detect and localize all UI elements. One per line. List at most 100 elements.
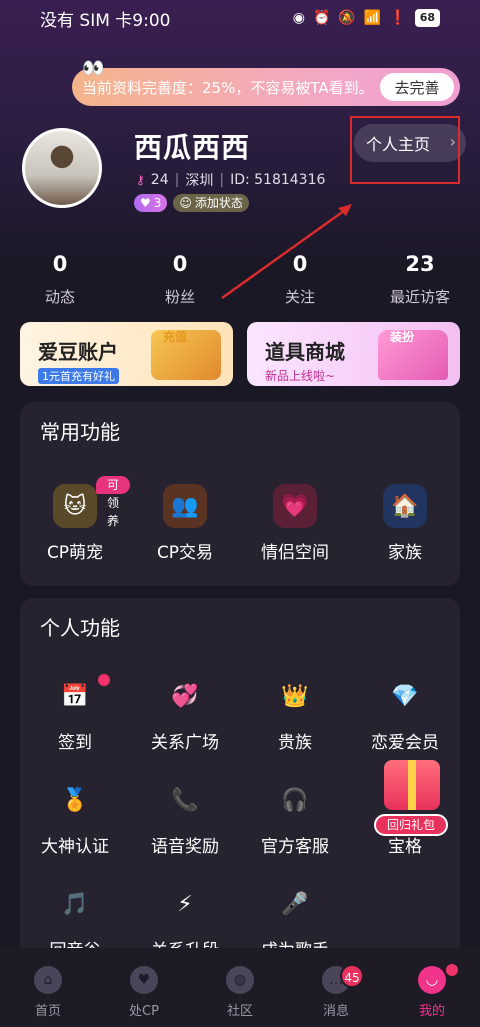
divider: | — [219, 172, 225, 188]
level-badge[interactable]: ♥ 3 — [134, 194, 168, 212]
heart-badge-icon: ♥ — [140, 196, 151, 210]
lightning-icon: ⚡ — [177, 891, 193, 917]
bottom-tab-bar: ⌂ 首页 ♥ 处CP ◍ 社区 … 消息 45 ◡ 我的 — [0, 948, 480, 1027]
banner-text: 当前资料完善度：25%，不容易被TA看到。 — [82, 78, 374, 97]
love-member-label: 恋爱会员 — [371, 733, 439, 753]
alarm-icon: ⏰ — [312, 10, 331, 26]
idol-account-card[interactable]: 充值 爱豆账户 1元首充有好礼 — [20, 322, 233, 386]
tab-messages-label: 消息 — [322, 1004, 349, 1019]
stat-value: 0 — [292, 252, 308, 276]
checkin-label: 签到 — [58, 733, 92, 753]
heart-icon: ♥ — [130, 966, 158, 994]
expert-cert-label: 大神认证 — [41, 837, 109, 857]
couple-space-item[interactable]: 💗 情侣空间 — [240, 484, 350, 563]
family-item[interactable]: 🏠 家族 — [350, 484, 460, 563]
add-status-button[interactable]: ☺ 添加状态 — [173, 194, 249, 212]
profile-id: ID: 51814316 — [230, 172, 326, 188]
stat-following[interactable]: 0 关注 — [240, 252, 360, 307]
eye-icon: ◉ — [292, 10, 305, 26]
microphone-icon: 🎤 — [281, 891, 309, 917]
username: 西瓜西西 — [134, 131, 251, 164]
calendar-icon: 📅 — [61, 683, 89, 709]
stat-label: 关注 — [284, 288, 315, 306]
nobility-label: 贵族 — [278, 733, 312, 753]
cp-trade-item[interactable]: 👥 CP交易 — [130, 484, 240, 563]
profile-meta: ⚷ 24 | 深圳 | ID: 51814316 — [136, 170, 325, 190]
tab-cp-label: 处CP — [129, 1004, 159, 1019]
complete-profile-button[interactable]: 去完善 — [380, 73, 454, 101]
tab-community[interactable]: ◍ 社区 — [192, 948, 288, 1027]
gift-box-icon — [384, 760, 440, 810]
stat-value: 23 — [405, 252, 435, 276]
nobility-item[interactable]: 👑 贵族 — [240, 674, 350, 754]
stat-label: 粉丝 — [164, 288, 195, 306]
recharge-tag: 充值 — [162, 330, 187, 344]
planet-icon: ◍ — [226, 966, 254, 994]
customer-service-item[interactable]: 🎧 官方客服 — [240, 778, 350, 858]
couple-space-label: 情侣空间 — [261, 543, 329, 563]
stat-fans[interactable]: 0 粉丝 — [120, 252, 240, 307]
battery-icon: 68 — [414, 9, 440, 27]
gift-ribbon — [408, 760, 416, 810]
unread-badge: 45 — [340, 964, 364, 988]
family-label: 家族 — [388, 543, 422, 563]
profile-completion-banner[interactable]: 👀 当前资料完善度：25%，不容易被TA看到。 去完善 — [72, 58, 460, 106]
stat-value: 0 — [172, 252, 188, 276]
item-shop-card[interactable]: 装扮 道具商城 新品上线啦~ — [247, 322, 460, 386]
stat-posts[interactable]: 0 动态 — [0, 252, 120, 307]
cp-trade-label: CP交易 — [156, 543, 214, 563]
voice-reward-item[interactable]: 📞 语音奖励 — [130, 778, 240, 858]
status-icons: ◉ ⏰ 🔕 📶 ❗ 68 — [293, 9, 440, 27]
claim-badge: 可领养 — [96, 476, 130, 528]
divider: | — [174, 172, 180, 188]
add-status-label: 添加状态 — [194, 196, 243, 210]
relation-square-item[interactable]: 💞 关系广场 — [130, 674, 240, 754]
tab-mine[interactable]: ◡ 我的 — [384, 948, 480, 1027]
family-icon: 🏠 — [383, 484, 427, 528]
headset-icon: 🎧 — [281, 787, 309, 813]
tab-community-label: 社区 — [226, 1004, 253, 1019]
checkin-item[interactable]: 📅 签到 — [20, 674, 130, 753]
key-icon: ⚷ — [136, 173, 145, 187]
notification-dot — [446, 964, 458, 976]
status-face-icon: ☺ — [179, 196, 192, 210]
cp-trade-icon: 👥 — [163, 484, 207, 528]
tab-cp[interactable]: ♥ 处CP — [96, 948, 192, 1027]
cp-pet-item[interactable]: 🐱 CP萌宠 可领养 — [20, 476, 130, 563]
smile-icon: ◡ — [418, 966, 446, 994]
return-gift-float[interactable]: 回归礼包 — [372, 756, 458, 840]
stat-visitors[interactable]: 23 最近访客 — [360, 252, 480, 307]
music-icon: 🎵 — [61, 891, 89, 917]
medal-icon: 🏅 — [61, 787, 89, 813]
couple-space-icon: 💗 — [273, 484, 317, 528]
customer-service-label: 官方客服 — [261, 837, 329, 857]
tab-messages[interactable]: … 消息 45 — [288, 948, 384, 1027]
common-functions-title: 常用功能 — [40, 420, 120, 444]
profile-tags: ♥ 3 ☺ 添加状态 — [134, 194, 249, 212]
alert-icon: ❗ — [389, 10, 407, 26]
common-functions-panel: 常用功能 🐱 CP萌宠 可领养 👥 CP交易 💗 情侣空间 🏠 家族 — [20, 402, 460, 586]
home-icon: ⌂ — [34, 966, 62, 994]
status-carrier-time: 没有 SIM 卡9:00 — [40, 10, 171, 31]
mute-icon: 🔕 — [338, 10, 356, 26]
status-bar: 没有 SIM 卡9:00 ◉ ⏰ 🔕 📶 ❗ 68 — [0, 0, 480, 36]
tab-home-label: 首页 — [34, 1004, 61, 1019]
avatar[interactable] — [22, 128, 102, 208]
wifi-icon: 📶 — [363, 10, 382, 26]
personal-row-1: 📅 签到 💞 关系广场 👑 贵族 💎 恋爱会员 — [20, 674, 460, 753]
expert-cert-item[interactable]: 🏅 大神认证 — [20, 778, 130, 858]
common-functions-grid: 🐱 CP萌宠 可领养 👥 CP交易 💗 情侣空间 🏠 家族 — [20, 476, 460, 563]
tab-mine-label: 我的 — [418, 1004, 445, 1019]
love-member-item[interactable]: 💎 恋爱会员 — [350, 674, 460, 754]
voice-reward-label: 语音奖励 — [151, 837, 219, 857]
phone-icon: 📞 — [171, 787, 199, 813]
cp-pet-label: CP萌宠 — [46, 543, 104, 563]
relation-square-label: 关系广场 — [151, 733, 219, 753]
annotation-highlight-box — [350, 116, 460, 184]
stats-row: 0 动态 0 粉丝 0 关注 23 最近访客 — [0, 252, 480, 307]
promo-cards: 充值 爱豆账户 1元首充有好礼 装扮 道具商城 新品上线啦~ — [20, 322, 460, 386]
return-gift-label: 回归礼包 — [374, 814, 448, 836]
stat-label: 动态 — [44, 288, 75, 306]
tab-home[interactable]: ⌂ 首页 — [0, 948, 96, 1027]
profile-level: 24 — [150, 172, 169, 188]
